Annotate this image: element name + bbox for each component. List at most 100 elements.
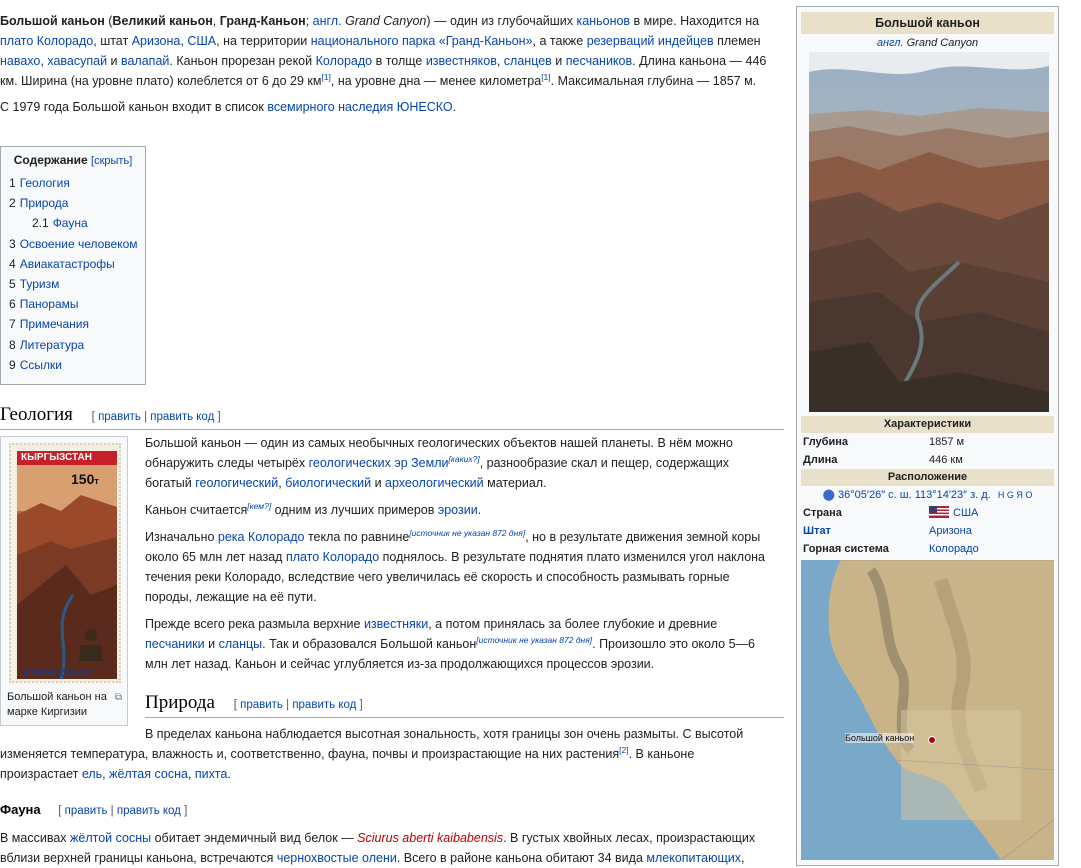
inline-link[interactable]: плато Колорадо [0, 34, 93, 48]
text-run: Прежде всего река размыла верхние [145, 617, 364, 631]
bold-text: Большой каньон [0, 14, 105, 28]
inline-link[interactable]: плато Колорадо [286, 550, 379, 564]
toc-item[interactable]: 2 Природа [9, 193, 137, 213]
reference-link[interactable]: [1] [321, 72, 330, 82]
inline-link[interactable]: песчаников [566, 54, 632, 68]
text-run: ) — один из глубочайших [426, 14, 577, 28]
fauna-edit-section: [ править | править код ] [58, 805, 188, 817]
inline-link[interactable]: валапай [121, 54, 169, 68]
state-label-link[interactable]: Штат [803, 522, 929, 540]
inline-link[interactable]: геологический [195, 476, 278, 490]
toc-item[interactable]: 1 Геология [9, 173, 137, 193]
inline-link[interactable]: национального парка «Гранд-Каньон» [311, 34, 533, 48]
coordinates-services[interactable]: H G Я O [998, 490, 1033, 500]
magnify-icon[interactable]: ⧉ [115, 690, 122, 705]
infobox-subtitle: англ. Grand Canyon [876, 37, 979, 49]
redlink[interactable]: Sciurus aberti kaibabensis [357, 831, 503, 845]
text-run: . Так и образовался Большой каньон [262, 637, 477, 651]
toc-item-label[interactable]: Литература [20, 338, 85, 352]
toc-item[interactable]: 8 Литература [9, 335, 137, 355]
toc-item-number: 7 [9, 317, 16, 332]
geology-paragraph-1: Большой каньон — один из самых необычных… [145, 433, 775, 493]
text-run: , [496, 54, 504, 68]
inline-link[interactable]: Аризона [132, 34, 181, 48]
inline-link[interactable]: песчаники [145, 637, 205, 651]
inline-link[interactable]: пихта [195, 767, 227, 781]
inline-link[interactable]: США [187, 34, 216, 48]
length-row: Длина 446 км [803, 454, 963, 466]
italic-text: Grand Canyon [345, 14, 427, 28]
toc-item-number: 9 [9, 357, 16, 372]
inline-link[interactable]: эрозии [438, 503, 478, 517]
inline-link[interactable]: резерваций индейцев [587, 34, 714, 48]
nature-edit-link[interactable]: править [240, 699, 283, 711]
toc-item-label[interactable]: Туризм [20, 277, 60, 291]
toc-item[interactable]: 4 Авиакатастрофы [9, 254, 137, 274]
inline-link[interactable]: англ. [313, 14, 342, 28]
state-link[interactable]: Аризона [929, 522, 972, 540]
inline-link[interactable]: сланцы [219, 637, 263, 651]
inline-link[interactable]: млекопитающих [646, 851, 741, 865]
mountain-link[interactable]: Колорадо [929, 540, 979, 558]
toc-item[interactable]: 6 Панорамы [9, 294, 137, 314]
text-run: Каньон считается [145, 503, 248, 517]
geology-edit-code-link[interactable]: править код [150, 411, 214, 423]
inline-link[interactable]: биологический [285, 476, 371, 490]
toc-item[interactable]: 5 Туризм [9, 274, 137, 294]
toc-item[interactable]: 2.1 Фауна [9, 213, 137, 233]
inline-link[interactable]: жёлтой сосны [70, 831, 151, 845]
inline-link[interactable]: сланцев [504, 54, 552, 68]
text-run: , [740, 851, 745, 865]
citation-needed-link[interactable]: [каких?] [449, 454, 480, 464]
reference-link[interactable]: [2] [619, 745, 628, 755]
location-pin-icon: ⬤ [822, 489, 835, 501]
fauna-edit-code-link[interactable]: править код [117, 805, 181, 817]
toc-item-label[interactable]: Освоение человеком [20, 237, 138, 251]
toc-item-label[interactable]: Фауна [53, 216, 88, 230]
inline-link[interactable]: геологических эр Земли [309, 456, 449, 470]
citation-needed-link[interactable]: [источник не указан 872 дня] [409, 528, 525, 538]
toc-item-label[interactable]: Авиакатастрофы [20, 257, 115, 271]
characteristics-header: Характеристики [801, 416, 1054, 433]
inline-link[interactable]: известняков [426, 54, 497, 68]
inline-link[interactable]: всемирного наследия ЮНЕСКО [267, 100, 452, 114]
toc-item-label[interactable]: Примечания [20, 317, 89, 331]
toc-item[interactable]: 3 Освоение человеком [9, 234, 138, 254]
toc-item[interactable]: 9 Ссылки [9, 355, 137, 375]
coordinates-link[interactable]: 36°05′26″ с. ш. 113°14′23″ з. д. [838, 489, 991, 501]
inline-link[interactable]: навахо [0, 54, 40, 68]
bold-text: Гранд-Каньон [219, 14, 306, 28]
inline-link[interactable]: река Колорадо [218, 530, 305, 544]
text-run: в толще [372, 54, 426, 68]
inline-link[interactable]: чернохвостые олени [277, 851, 397, 865]
toc-item-label[interactable]: Ссылки [20, 358, 62, 372]
citation-needed-link[interactable]: [источник не указан 872 дня] [476, 635, 592, 645]
grand-canyon-photo[interactable] [809, 52, 1049, 412]
country-link[interactable]: США [953, 507, 978, 519]
inline-link[interactable]: каньонов [577, 14, 631, 28]
toc-item-number: 5 [9, 277, 16, 292]
fauna-edit-link[interactable]: править [65, 805, 108, 817]
citation-needed-link[interactable]: [кем?] [247, 501, 271, 511]
kyrgyzstan-stamp-image[interactable]: КЫРГЫЗСТАН 150т KYRGYZSTAN [9, 443, 121, 683]
inline-link[interactable]: ель [82, 767, 102, 781]
inline-link[interactable]: Колорадо [316, 54, 373, 68]
english-link[interactable]: англ. [877, 37, 904, 49]
location-map[interactable]: Большой каньон [801, 560, 1054, 860]
toc-item-label[interactable]: Панорамы [20, 297, 79, 311]
geology-edit-link[interactable]: править [98, 411, 141, 423]
inline-link[interactable]: хавасупай [47, 54, 107, 68]
reference-link[interactable]: [1] [541, 72, 550, 82]
toc-item-label[interactable]: Природа [20, 196, 69, 210]
inline-link[interactable]: известняки [364, 617, 428, 631]
infobox: Большой каньон англ. Grand Canyon Характ… [796, 6, 1059, 866]
inline-link[interactable]: жёлтая сосна [109, 767, 188, 781]
toc-item[interactable]: 7 Примечания [9, 314, 137, 334]
heading-fauna: Фауна [ править | править код ] [0, 802, 188, 817]
nature-edit-code-link[interactable]: править код [292, 699, 356, 711]
toc-item-number: 1 [9, 176, 16, 190]
inline-link[interactable]: археологический [385, 476, 484, 490]
depth-row: Глубина 1857 м [803, 436, 965, 448]
toc-hide-toggle[interactable]: [скрыть] [91, 155, 132, 167]
toc-item-label[interactable]: Геология [20, 176, 70, 190]
